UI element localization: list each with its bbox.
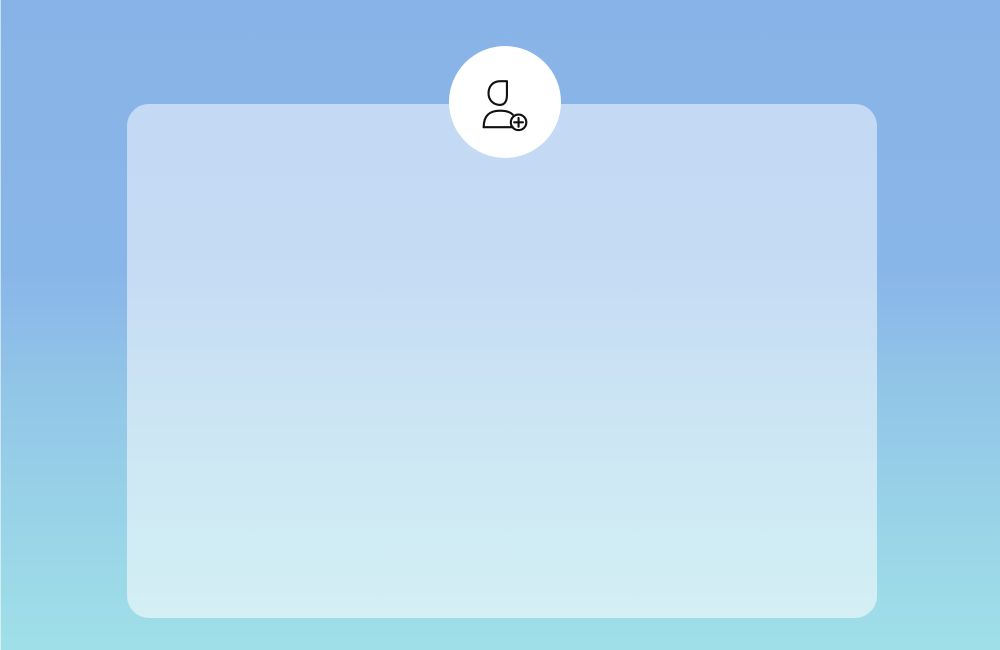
add-user-icon — [482, 80, 528, 132]
window-left-edge — [0, 0, 1, 650]
app-window — [0, 0, 1000, 650]
signup-card — [127, 104, 877, 618]
add-user-avatar[interactable] — [449, 46, 561, 158]
